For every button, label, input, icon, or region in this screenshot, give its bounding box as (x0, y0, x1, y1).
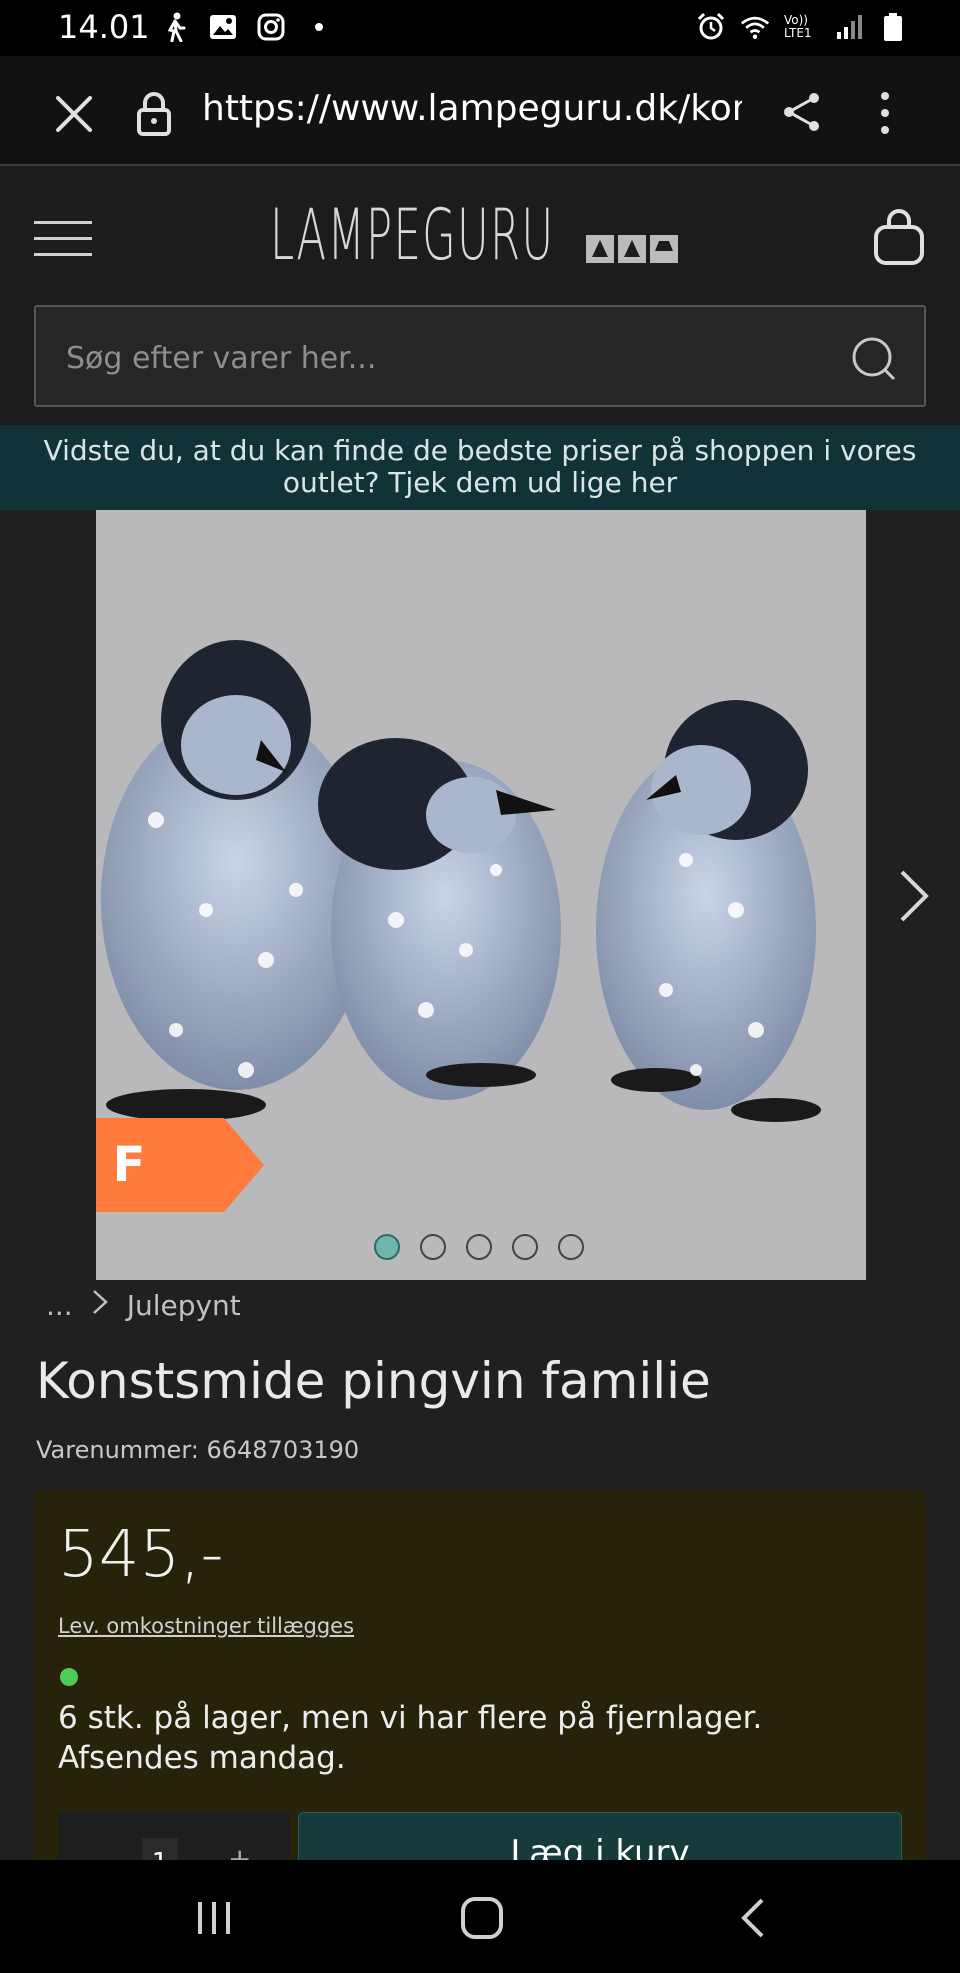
outlet-banner[interactable]: Vidste du, at du kan finde de bedste pri… (0, 425, 960, 510)
stock-text: 6 stk. på lager, men vi har flere på fje… (58, 1700, 763, 1776)
status-time: 14.01 (58, 8, 150, 46)
stock-status-dot (60, 1668, 78, 1686)
site-header: LAMPEGURU (0, 167, 960, 425)
product-image[interactable]: A ↑ G F (96, 510, 866, 1280)
product-gallery: A ↑ G F (0, 510, 960, 1280)
home-icon[interactable] (452, 1890, 512, 1946)
energy-class: F (96, 1118, 264, 1212)
logo-lamp-icon (650, 235, 678, 263)
product-sku: Varenummer: 6648703190 (36, 1436, 360, 1464)
alarm-icon (696, 12, 726, 42)
logo-lamp-marks (586, 235, 678, 263)
share-icon[interactable] (780, 90, 824, 134)
search-icon[interactable] (850, 335, 898, 383)
breadcrumb-ellipsis[interactable]: ... (46, 1289, 73, 1322)
walking-icon (160, 12, 190, 42)
breadcrumb-current[interactable]: Julepynt (127, 1289, 241, 1322)
url-field[interactable]: https://www.lampeguru.dk/konstsmide-ping… (202, 88, 742, 129)
signal-icon (834, 12, 864, 42)
back-icon[interactable] (722, 1890, 782, 1946)
breadcrumb: ... Julepynt (46, 1288, 241, 1323)
gallery-dot[interactable] (374, 1234, 400, 1260)
notification-dot-icon (304, 12, 334, 42)
logo-lamp-icon (586, 235, 614, 263)
status-bar: 14.01 Vo)) LTE1 (0, 0, 960, 56)
gallery-dot[interactable] (558, 1234, 584, 1260)
gallery-pagination (374, 1234, 584, 1260)
battery-icon (878, 12, 908, 42)
gallery-icon (208, 12, 238, 42)
product-price: 545,- (58, 1518, 224, 1592)
more-options-icon[interactable] (868, 88, 902, 138)
status-left-icons (160, 12, 334, 42)
product-title: Konstsmide pingvin familie (36, 1352, 711, 1410)
network-label: Vo)) LTE1 (784, 13, 812, 40)
browser-toolbar: https://www.lampeguru.dk/konstsmide-ping… (0, 56, 960, 166)
instagram-icon (256, 12, 286, 42)
recent-apps-icon[interactable] (184, 1890, 244, 1946)
shipping-cost-link[interactable]: Lev. omkostninger tillægges (58, 1614, 354, 1638)
gallery-dot[interactable] (466, 1234, 492, 1260)
menu-icon[interactable] (34, 221, 92, 261)
gallery-dot[interactable] (512, 1234, 538, 1260)
close-tab-icon[interactable] (52, 92, 96, 136)
site-logo[interactable]: LAMPEGURU (270, 194, 678, 276)
gallery-dot[interactable] (420, 1234, 446, 1260)
logo-lamp-icon (618, 235, 646, 263)
search-input[interactable] (66, 333, 826, 383)
search-box[interactable] (34, 305, 926, 407)
wifi-icon (740, 12, 770, 42)
gallery-next-icon[interactable] (896, 866, 932, 926)
energy-label[interactable]: A ↑ G F (96, 1118, 264, 1212)
chevron-right-icon (91, 1288, 109, 1323)
system-nav-bar (0, 1860, 960, 1973)
shopping-bag-icon[interactable] (872, 207, 926, 267)
lock-icon[interactable] (134, 90, 174, 136)
logo-text: LAMPEGURU (270, 194, 555, 276)
status-right-icons: Vo)) LTE1 (696, 12, 908, 42)
